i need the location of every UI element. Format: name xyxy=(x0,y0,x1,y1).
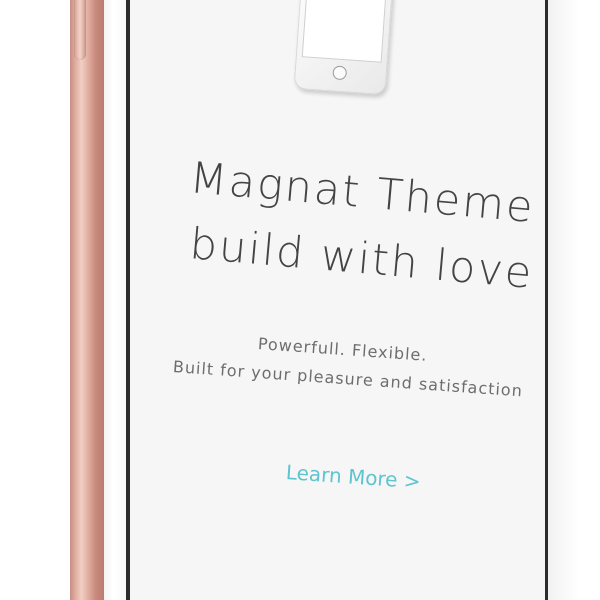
phone-frame-edge xyxy=(70,0,106,600)
hero-title: Magnat Theme build with love xyxy=(187,152,537,299)
hero-title-line1: Magnat Theme xyxy=(187,153,537,234)
home-button-icon xyxy=(332,65,348,81)
phone-bezel xyxy=(104,0,128,600)
phone-bezel-right xyxy=(548,0,600,600)
device-mockup: Magnat Theme build with love Powerfull. … xyxy=(0,0,600,600)
phone-illustration-screen xyxy=(301,0,389,63)
side-button xyxy=(74,0,86,60)
phone-illustration xyxy=(293,0,395,96)
